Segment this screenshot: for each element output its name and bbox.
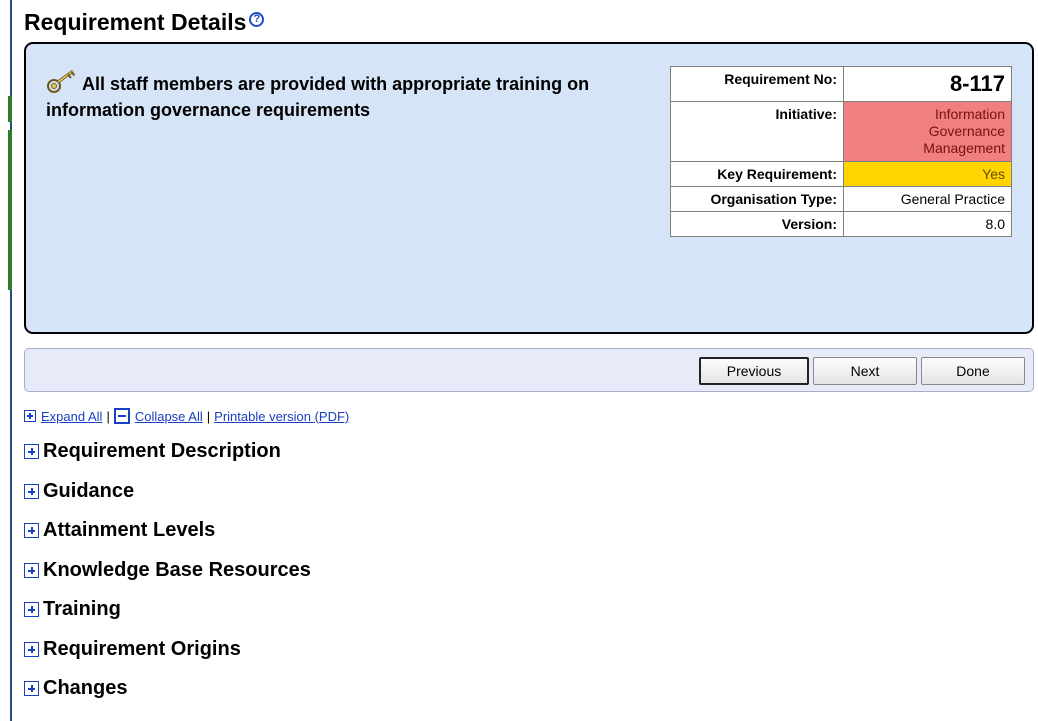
section-training[interactable]: Training xyxy=(24,590,1034,630)
previous-button[interactable]: Previous xyxy=(699,357,809,385)
requirement-details-page: Requirement Details ? All staff members … xyxy=(24,4,1034,709)
requirement-no-value: 8-117 xyxy=(843,66,1012,102)
initiative-line: Information xyxy=(934,106,1005,122)
requirement-info-table: Requirement No: 8-117 Initiative: Inform… xyxy=(670,66,1012,237)
section-title: Changes xyxy=(43,677,128,700)
section-attainment-levels[interactable]: Attainment Levels xyxy=(24,511,1034,551)
requirement-heading-text: All staff members are provided with appr… xyxy=(46,74,590,120)
section-title: Training xyxy=(43,598,121,621)
requirement-no-label: Requirement No: xyxy=(670,66,844,102)
key-requirement-value: Yes xyxy=(843,161,1012,187)
requirement-sections: Requirement Description Guidance Attainm… xyxy=(24,432,1034,709)
table-row: Requirement No: 8-117 xyxy=(670,66,1012,102)
requirement-heading: All staff members are provided with appr… xyxy=(46,68,636,121)
organisation-type-label: Organisation Type: xyxy=(670,186,844,212)
expand-plus-icon[interactable] xyxy=(24,641,39,657)
expand-plus-icon[interactable] xyxy=(24,483,39,499)
section-title: Knowledge Base Resources xyxy=(43,558,311,581)
left-accent-bar xyxy=(8,96,12,122)
page-title: Requirement Details xyxy=(24,8,247,35)
section-requirement-origins[interactable]: Requirement Origins xyxy=(24,630,1034,670)
navigation-bar: Previous Next Done xyxy=(24,348,1034,392)
expand-plus-icon[interactable] xyxy=(24,681,39,697)
expand-plus-icon[interactable] xyxy=(24,444,39,460)
left-accent-bar xyxy=(8,130,12,290)
expand-plus-icon[interactable] xyxy=(24,562,39,578)
section-knowledge-base-resources[interactable]: Knowledge Base Resources xyxy=(24,551,1034,591)
requirement-summary-panel: All staff members are provided with appr… xyxy=(24,42,1034,334)
organisation-type-value: General Practice xyxy=(843,186,1012,212)
initiative-value: Information Governance Management xyxy=(843,101,1012,162)
section-title: Requirement Description xyxy=(43,440,281,463)
table-row: Initiative: Information Governance Manag… xyxy=(670,101,1012,162)
section-title: Guidance xyxy=(43,479,135,502)
section-title: Requirement Origins xyxy=(43,637,241,660)
section-requirement-description[interactable]: Requirement Description xyxy=(24,432,1034,472)
requirement-no: 8-117 xyxy=(949,71,1005,96)
expand-plus-icon[interactable] xyxy=(24,523,39,539)
section-title: Attainment Levels xyxy=(43,519,216,542)
question-circle-icon[interactable]: ? xyxy=(249,11,265,27)
printable-version-link[interactable]: Printable version (PDF) xyxy=(214,409,349,424)
link-separator: | xyxy=(106,408,110,424)
expand-all-icon[interactable] xyxy=(24,410,36,422)
key-icon xyxy=(46,68,78,99)
table-row: Key Requirement: Yes xyxy=(670,161,1012,187)
initiative-label: Initiative: xyxy=(670,101,844,162)
expand-collapse-links: Expand All | Collapse All | Printable ve… xyxy=(24,408,1034,424)
next-button[interactable]: Next xyxy=(813,357,917,385)
title-row: Requirement Details ? xyxy=(24,4,1034,40)
collapse-all-icon[interactable] xyxy=(113,408,130,424)
collapse-all-link[interactable]: Collapse All xyxy=(135,409,203,424)
initiative-line: Governance xyxy=(928,123,1005,139)
link-separator: | xyxy=(206,408,211,424)
initiative-line: Management xyxy=(923,140,1005,156)
expand-all-link[interactable]: Expand All xyxy=(41,409,102,424)
section-changes[interactable]: Changes xyxy=(24,669,1034,709)
table-row: Organisation Type: General Practice xyxy=(670,186,1012,212)
navigation-buttons: Previous Next Done xyxy=(699,357,1025,385)
section-guidance[interactable]: Guidance xyxy=(24,472,1034,512)
key-requirement-label: Key Requirement: xyxy=(670,161,844,187)
done-button[interactable]: Done xyxy=(921,357,1025,385)
expand-plus-icon[interactable] xyxy=(24,602,39,618)
version-value: 8.0 xyxy=(843,211,1012,237)
version-label: Version: xyxy=(670,211,844,237)
table-row: Version: 8.0 xyxy=(670,211,1012,237)
